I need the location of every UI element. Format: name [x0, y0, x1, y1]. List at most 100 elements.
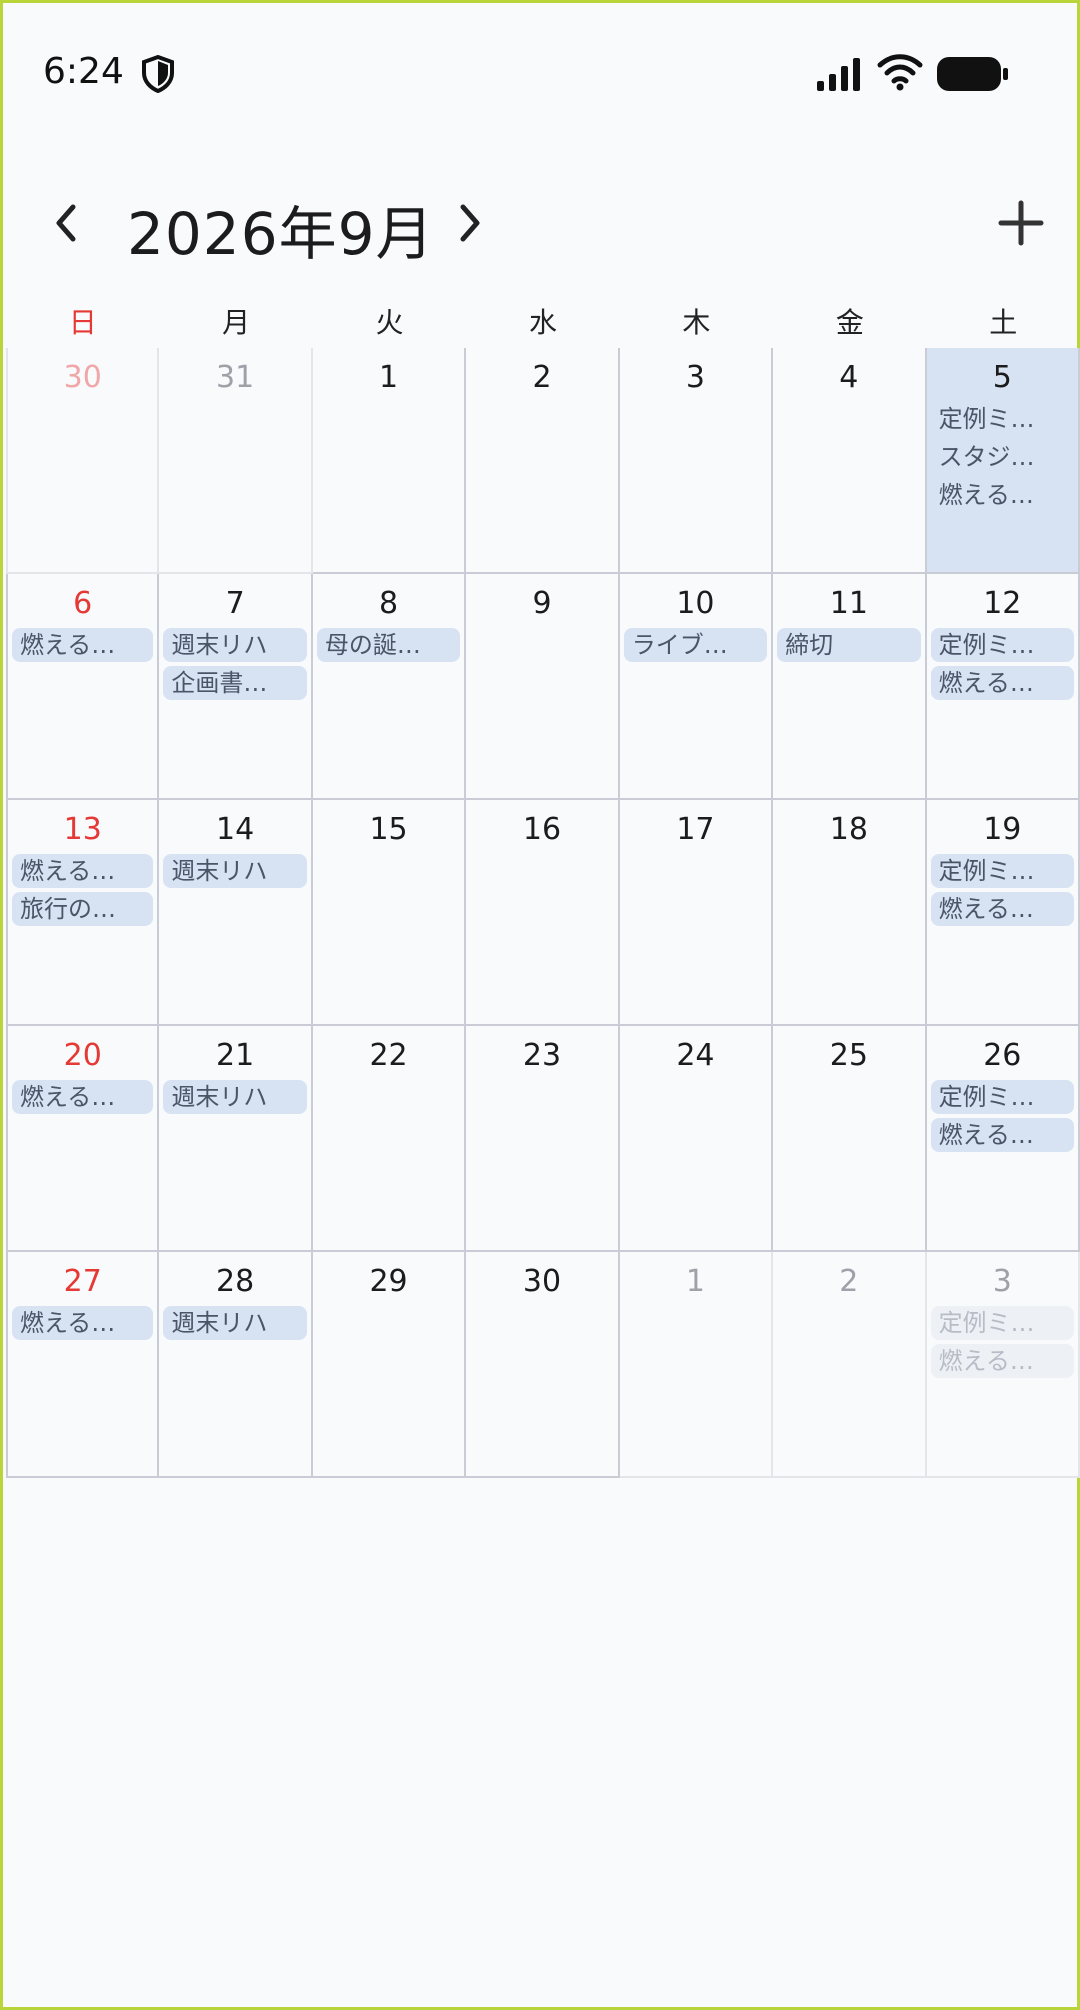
day-number: 30: [63, 360, 102, 395]
day-number: 22: [369, 1038, 408, 1073]
event-chip[interactable]: 燃える…: [12, 854, 154, 888]
day-number: 7: [225, 586, 245, 621]
day-cell[interactable]: 29: [312, 1252, 467, 1478]
day-cell[interactable]: 4: [773, 348, 927, 574]
next-month-button[interactable]: [447, 193, 493, 253]
day-number: 23: [522, 1038, 562, 1073]
month-grid: 30 31 1 2 3 4 5 定例ミ… スタジ… 燃える… 6 燃える… 7 週末リハ 企画書… 8 母の誕……: [6, 348, 1080, 1478]
day-number: 14: [216, 812, 255, 847]
event-chip[interactable]: 母の誕…: [316, 628, 461, 662]
prev-month-button[interactable]: [43, 193, 89, 253]
day-number: 8: [379, 586, 399, 621]
event-chip[interactable]: ライブ…: [623, 628, 768, 662]
day-number: 25: [829, 1038, 868, 1073]
day-number: 24: [676, 1038, 715, 1073]
day-cell[interactable]: 24: [619, 1026, 774, 1252]
event-chip[interactable]: 燃える…: [12, 1306, 154, 1340]
day-cell[interactable]: 6 燃える…: [6, 574, 160, 800]
day-cell[interactable]: 16: [466, 800, 620, 1026]
day-number: 31: [216, 360, 255, 395]
day-cell[interactable]: 25: [773, 1026, 927, 1252]
wifi-icon: [877, 54, 923, 91]
day-cell[interactable]: 12 定例ミ… 燃える…: [926, 574, 1080, 800]
event-chip[interactable]: スタジ…: [930, 440, 1074, 474]
add-event-button[interactable]: [993, 193, 1049, 253]
day-cell[interactable]: 1: [619, 1252, 774, 1478]
day-cell[interactable]: 3: [619, 348, 774, 574]
event-chip[interactable]: 燃える…: [12, 1080, 154, 1114]
day-cell[interactable]: 17: [619, 800, 774, 1026]
day-cell[interactable]: 15: [312, 800, 467, 1026]
day-cell[interactable]: 5 定例ミ… スタジ… 燃える…: [926, 348, 1080, 574]
day-cell[interactable]: 20 燃える…: [6, 1026, 160, 1252]
day-cell[interactable]: 9: [466, 574, 620, 800]
event-chip[interactable]: 旅行の…: [12, 892, 154, 926]
event-chip[interactable]: 週末リハ: [163, 854, 307, 888]
day-cell[interactable]: 8 母の誕…: [312, 574, 467, 800]
day-cell[interactable]: 28 週末リハ: [159, 1252, 313, 1478]
day-cell[interactable]: 27 燃える…: [6, 1252, 160, 1478]
day-number: 2: [532, 360, 552, 395]
event-chip[interactable]: 定例ミ…: [930, 402, 1074, 436]
day-cell[interactable]: 18: [773, 800, 927, 1026]
day-cell[interactable]: 11 締切: [773, 574, 927, 800]
event-chip[interactable]: 燃える…: [930, 1344, 1074, 1378]
day-cell[interactable]: 30: [466, 1252, 620, 1478]
day-cell[interactable]: 3 定例ミ… 燃える…: [926, 1252, 1080, 1478]
day-number: 19: [983, 812, 1022, 847]
event-chip[interactable]: 定例ミ…: [930, 854, 1074, 888]
day-cell[interactable]: 2: [466, 348, 620, 574]
day-cell[interactable]: 7 週末リハ企画書…: [159, 574, 313, 800]
day-number: 5: [992, 360, 1012, 395]
day-number: 20: [63, 1038, 102, 1073]
weekday-label: 日: [68, 306, 97, 339]
day-number: 16: [522, 812, 562, 847]
day-cell[interactable]: 22: [312, 1026, 467, 1252]
day-cell[interactable]: 31: [159, 348, 313, 574]
chevron-left-icon: [56, 204, 76, 242]
day-number: 6: [73, 586, 93, 621]
day-number: 27: [63, 1264, 102, 1299]
weekday-label: 土: [989, 306, 1018, 339]
day-number: 1: [685, 1264, 705, 1299]
weekday-label: 火: [375, 306, 404, 339]
event-chip[interactable]: 燃える…: [930, 1118, 1074, 1152]
event-chip[interactable]: 燃える…: [930, 666, 1074, 700]
event-chip[interactable]: 燃える…: [930, 478, 1074, 512]
day-number: 28: [216, 1264, 255, 1299]
day-cell[interactable]: 2: [773, 1252, 927, 1478]
day-cell[interactable]: 1: [312, 348, 467, 574]
day-cell[interactable]: 21 週末リハ: [159, 1026, 313, 1252]
day-cell[interactable]: 14 週末リハ: [159, 800, 313, 1026]
day-number: 17: [676, 812, 715, 847]
day-number: 10: [676, 586, 715, 621]
day-cell[interactable]: 13 燃える… 旅行の…: [6, 800, 160, 1026]
event-chip[interactable]: 燃える…: [12, 628, 154, 662]
day-cell[interactable]: 26 定例ミ… 燃える…: [926, 1026, 1080, 1252]
day-number: 13: [63, 812, 102, 847]
signal-icon: [817, 58, 860, 91]
day-cell[interactable]: 23: [466, 1026, 620, 1252]
event-chip[interactable]: 週末リハ: [163, 1306, 307, 1340]
event-chip[interactable]: 定例ミ…: [930, 628, 1074, 662]
weekday-label: 月: [222, 306, 251, 339]
weekday-label: 金: [835, 306, 864, 339]
event-chip[interactable]: 締切: [777, 628, 921, 662]
day-cell[interactable]: 19 定例ミ… 燃える…: [926, 800, 1080, 1026]
event-chip[interactable]: 定例ミ…: [930, 1080, 1074, 1114]
event-chip[interactable]: 燃える…: [930, 892, 1074, 926]
status-bar: 6:24: [3, 3, 1077, 143]
month-title: 2026年9月: [127, 200, 435, 268]
event-chip[interactable]: 週末リハ: [163, 1080, 307, 1114]
day-number: 18: [829, 812, 868, 847]
day-number: 3: [685, 360, 705, 395]
day-cell[interactable]: 10 ライブ…: [619, 574, 774, 800]
event-chip[interactable]: 企画書…: [163, 666, 307, 700]
event-chip[interactable]: 週末リハ: [163, 628, 307, 662]
day-number: 30: [522, 1264, 562, 1299]
weekday-label: 水: [528, 306, 557, 339]
battery-icon: [937, 57, 1008, 91]
event-chip[interactable]: 定例ミ…: [930, 1306, 1074, 1340]
day-cell[interactable]: 30: [6, 348, 160, 574]
day-number: 3: [992, 1264, 1012, 1299]
